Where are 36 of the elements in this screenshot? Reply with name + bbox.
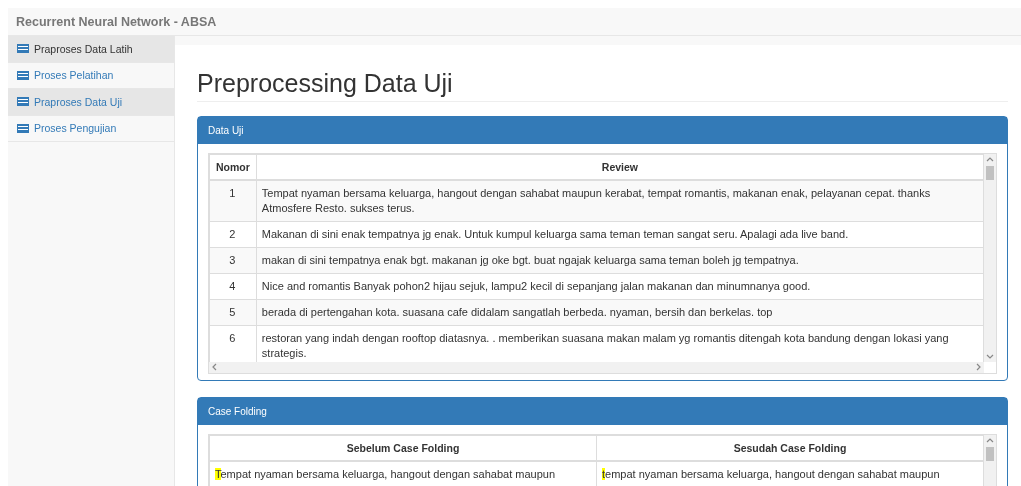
sidebar-item[interactable]: Praproses Data Uji	[8, 89, 174, 116]
table-cell: 5	[209, 299, 257, 326]
table-cell: 1	[209, 180, 257, 222]
column-header: Review	[256, 154, 984, 180]
page-title: Preprocessing Data Uji	[197, 69, 1008, 102]
app-title[interactable]: Recurrent Neural Network - ABSA	[16, 14, 217, 29]
table-cell: 2	[209, 221, 257, 248]
sidebar-item[interactable]: Praproses Data Latih	[8, 36, 174, 63]
list-icon	[17, 123, 29, 133]
scrollbar-thumb[interactable]	[986, 447, 994, 461]
table-cell: berada di pertengahan kota. suasana cafe didalam sangatlah berbeda. nyaman, bersih dan berkelas. top	[256, 299, 984, 326]
table-cell: tempat nyaman bersama keluarga, hangout dengan sahabat maupun	[596, 461, 984, 486]
column-header: Sesudah Case Folding	[596, 435, 984, 461]
scroll-right-icon[interactable]	[974, 363, 982, 371]
list-icon	[17, 44, 29, 54]
scroll-left-icon[interactable]	[211, 363, 219, 371]
table-cell: 4	[209, 273, 257, 300]
scroll-up-icon[interactable]	[986, 437, 994, 445]
table-cell: 6	[209, 325, 257, 362]
list-icon	[17, 97, 29, 107]
scroll-up-icon[interactable]	[986, 156, 994, 164]
column-header: Nomor	[209, 154, 257, 180]
panel-heading: Data Uji	[198, 117, 1007, 144]
table-cell: Nice and romantis Banyak pohon2 hijau sejuk, lampu2 kecil di sepanjang jalan makanan dan minumnanya good.	[256, 273, 984, 300]
table-cell: Makanan di sini enak tempatnya jg enak. Untuk kumpul keluarga sama teman teman sangat seru. Apalagi ada live band.	[256, 221, 984, 248]
panel-heading: Case Folding	[198, 398, 1007, 425]
vertical-scrollbar[interactable]	[984, 154, 996, 362]
table-cell: Tempat nyaman bersama keluarga, hangout dengan sahabat maupun kerabat, tempat romantis, makanan enak, pelayanan cepat. thanks Atmosfere Resto. sukses terus.	[256, 180, 984, 222]
column-header: Sebelum Case Folding	[209, 435, 597, 461]
table-cell: restoran yang indah dengan rooftop diatasnya. . memberikan suasana makan malam yg romantis ditengah kota bandung dengan lokasi yang strategis.	[256, 325, 984, 362]
table-cell: makan di sini tempatnya enak bgt. makanan jg oke bgt. buat ngajak keluarga sama teman boleh jg tempatnya.	[256, 247, 984, 274]
scroll-down-icon[interactable]	[986, 352, 994, 360]
scrollbar-thumb[interactable]	[986, 166, 994, 180]
table-cell: 3	[209, 247, 257, 274]
horizontal-scrollbar[interactable]	[209, 362, 984, 373]
list-icon	[17, 70, 29, 80]
